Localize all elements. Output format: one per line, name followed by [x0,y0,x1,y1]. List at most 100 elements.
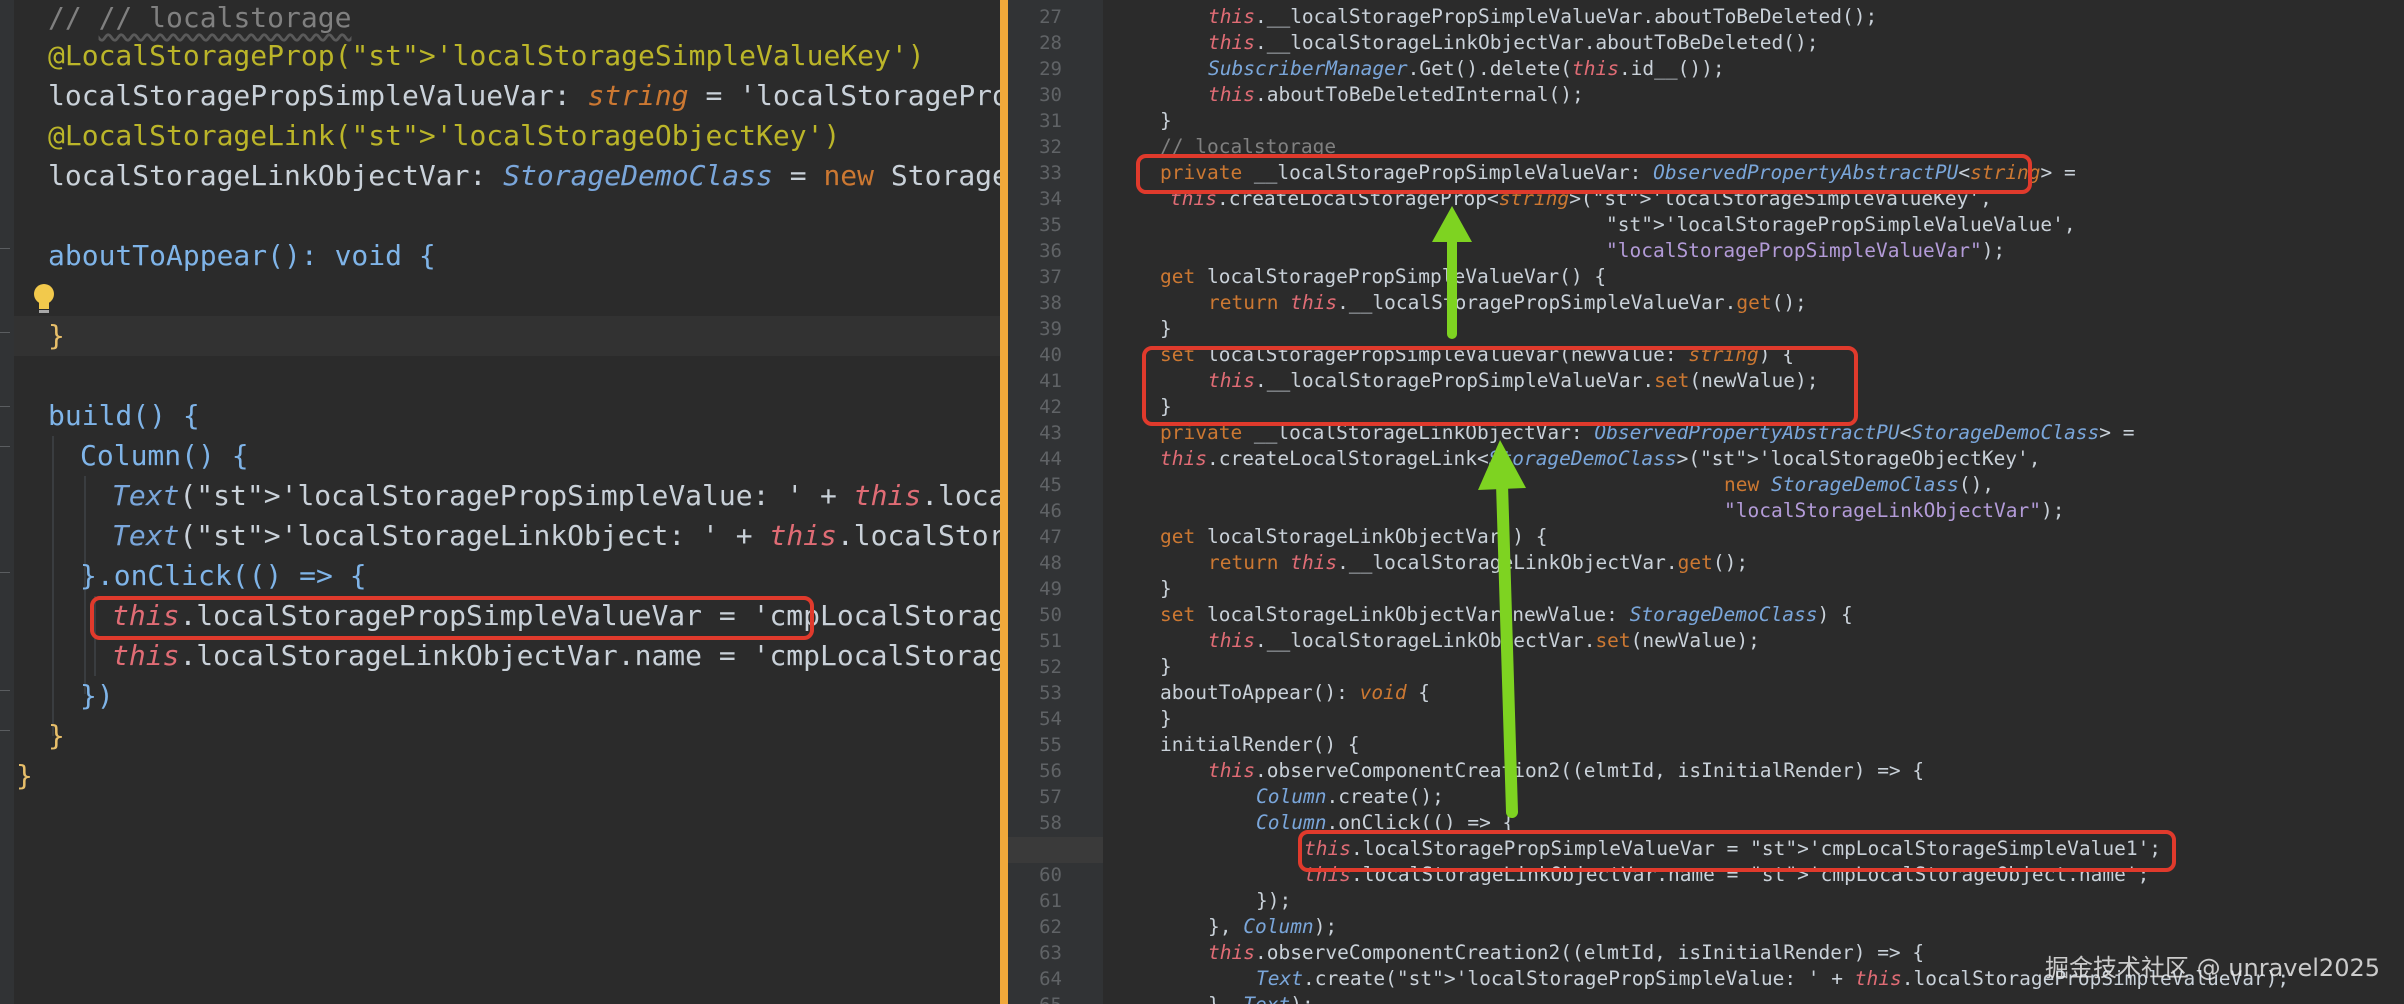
code-line[interactable]: } [1160,654,1172,680]
code-line[interactable]: // // localstorage [48,0,351,38]
line-number: 44 [1039,448,1062,470]
code-line[interactable]: aboutToAppear(): void { [48,236,436,276]
annotation-box-assignment [90,596,814,640]
watermark: 掘金技术社区 @ unravel2025 [2045,954,2380,982]
code-line[interactable]: @LocalStorageLink("st">'localStorageObje… [48,116,840,156]
code-line[interactable]: get localStoragePropSimpleValueVar() { [1160,264,1606,290]
code-line[interactable]: this.aboutToBeDeletedInternal(); [1208,82,1584,108]
code-line[interactable]: }.onClick(() => { [80,556,367,596]
code-line-text: Column() { [80,439,249,472]
fold-marker[interactable] [0,572,10,586]
line-number: 49 [1039,578,1062,600]
fold-marker[interactable] [0,406,10,420]
code-line-text: } [16,759,33,792]
line-number: 53 [1039,682,1062,704]
code-line-text: Text("st">'localStorageLinkObject: ' + t… [112,519,1000,552]
code-line[interactable]: this.localStorageLinkObjectVar.name = 'c… [112,636,1000,676]
line-number: 34 [1039,188,1062,210]
code-line-text: this.localStorageLinkObjectVar.name = 'c… [112,639,1000,672]
line-number: 50 [1039,604,1062,626]
current-line-gutter [1008,837,1103,863]
code-line[interactable]: new StorageDemoClass(), [1724,472,1994,498]
code-line[interactable]: } [1160,706,1172,732]
code-line-text: build() { [48,399,200,432]
fold-marker[interactable] [0,446,10,460]
code-line[interactable]: initialRender() { [1160,732,1360,758]
line-number: 33 [1039,162,1062,184]
line-number: 43 [1039,422,1062,444]
code-line[interactable]: this.__localStorageLinkObjectVar.aboutTo… [1208,30,1819,56]
line-number: 55 [1039,734,1062,756]
fold-marker[interactable] [0,332,10,346]
code-line[interactable]: set localStorageLinkObjectVar(newValue: … [1160,602,1853,628]
code-line[interactable]: } [1160,108,1172,134]
code-line[interactable]: localStoragePropSimpleValueVar: string =… [48,76,1000,116]
code-line[interactable]: this.observeComponentCreation2((elmtId, … [1208,940,1924,966]
code-line[interactable]: } [48,316,65,356]
line-number: 52 [1039,656,1062,678]
code-line[interactable]: this.__localStoragePropSimpleValueVar.ab… [1208,4,1877,30]
line-number: 60 [1039,864,1062,886]
code-line[interactable]: "localStorageLinkObjectVar"); [1724,498,2064,524]
code-line-text: }) [80,679,114,712]
line-number: 57 [1039,786,1062,808]
code-line[interactable]: Text("st">'localStoragePropSimpleValue: … [112,476,1000,516]
code-line-text: localStorageLinkObjectVar: StorageDemoCl… [48,159,1000,192]
caret-line-highlight [14,316,1000,356]
code-line[interactable]: } [1160,316,1172,342]
line-number: 39 [1039,318,1062,340]
line-number: 36 [1039,240,1062,262]
lightbulb-icon[interactable] [30,282,58,316]
code-line[interactable]: this.observeComponentCreation2((elmtId, … [1208,758,1924,784]
line-number: 46 [1039,500,1062,522]
code-line[interactable]: Text("st">'localStorageLinkObject: ' + t… [112,516,1000,556]
line-number: 41 [1039,370,1062,392]
code-line[interactable]: } [16,756,33,796]
line-number: 51 [1039,630,1062,652]
pane-divider[interactable] [1000,0,1008,1004]
line-number: 48 [1039,552,1062,574]
line-number: 27 [1039,6,1062,28]
code-line[interactable]: build() { [48,396,200,436]
code-line[interactable]: @LocalStorageProp("st">'localStorageSimp… [48,36,925,76]
line-number: 63 [1039,942,1062,964]
code-line[interactable]: }, Column); [1208,914,1337,940]
code-line[interactable]: }, Text); [1208,992,1314,1004]
code-line[interactable]: return this.__localStorageLinkObjectVar.… [1208,550,1748,576]
annotation-box-setter [1142,346,1858,426]
line-number: 61 [1039,890,1062,912]
code-line-text: }.onClick(() => { [80,559,367,592]
line-number: 64 [1039,968,1062,990]
line-number: 28 [1039,32,1062,54]
line-number: 45 [1039,474,1062,496]
line-number: 42 [1039,396,1062,418]
code-line[interactable]: return this.__localStoragePropSimpleValu… [1208,290,1807,316]
code-line[interactable]: localStorageLinkObjectVar: StorageDemoCl… [48,156,1000,196]
code-line[interactable]: } [48,716,65,756]
line-number: 30 [1039,84,1062,106]
line-number: 62 [1039,916,1062,938]
code-line[interactable]: Column.create(); [1256,784,1444,810]
fold-marker[interactable] [0,690,10,704]
code-line[interactable]: "localStoragePropSimpleValueVar"); [1606,238,2005,264]
code-line-text: } [48,719,65,752]
annotation-box-onclick-assignment [1298,830,2176,872]
code-line[interactable]: Column() { [80,436,249,476]
code-line[interactable]: "st">'localStoragePropSimpleValueValue', [1606,212,2076,238]
fold-marker[interactable] [0,730,10,744]
code-line[interactable]: aboutToAppear(): void { [1160,680,1430,706]
code-line[interactable]: }); [1256,888,1291,914]
fold-marker[interactable] [0,248,10,262]
code-line-text: } [48,319,65,352]
code-line-text: // localstorage [98,1,352,34]
code-line-text: @LocalStorageProp("st">'localStorageSimp… [48,39,925,72]
code-line[interactable]: } [1160,576,1172,602]
code-line[interactable]: this.__localStorageLinkObjectVar.set(new… [1208,628,1760,654]
code-line-text: Text("st">'localStoragePropSimpleValue: … [112,479,1000,512]
code-line[interactable]: }) [80,676,114,716]
code-line[interactable]: SubscriberManager.Get().delete(this.id__… [1208,56,1725,82]
code-line[interactable]: get localStorageLinkObjectVar() { [1160,524,1547,550]
line-number: 38 [1039,292,1062,314]
line-number: 35 [1039,214,1062,236]
code-line[interactable]: this.createLocalStorageLink<StorageDemoC… [1160,446,2041,472]
